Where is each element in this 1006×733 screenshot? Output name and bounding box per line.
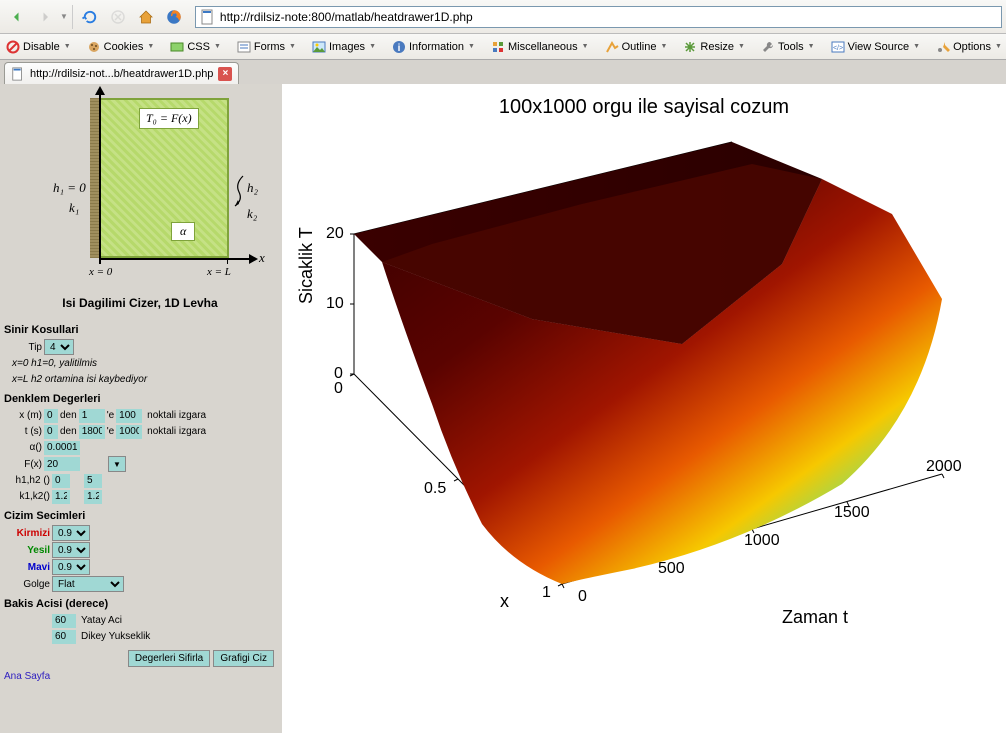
options-icon xyxy=(936,40,950,54)
blue-select[interactable]: 0.9 xyxy=(52,559,90,575)
t-n[interactable] xyxy=(116,425,142,439)
t-tick: 500 xyxy=(658,560,685,578)
t-tick: 1000 xyxy=(744,532,780,550)
x-to[interactable] xyxy=(79,409,105,423)
k1-input[interactable] xyxy=(52,490,70,504)
schematic-diagram: T₀ = F(x) α h₁ = 0 k₁ h₂ k₂ x x = 0 x = … xyxy=(47,94,233,286)
left-panel: T₀ = F(x) α h₁ = 0 k₁ h₂ k₂ x x = 0 x = … xyxy=(0,84,282,733)
x-n[interactable] xyxy=(116,409,142,423)
dev-misc[interactable]: Miscellaneous▼ xyxy=(491,40,589,54)
svg-text:</>: </> xyxy=(833,45,843,52)
svg-text:i: i xyxy=(398,43,401,54)
home-link[interactable]: Ana Sayfa xyxy=(4,671,278,682)
green-select[interactable]: 0.9 xyxy=(52,542,90,558)
url-input[interactable] xyxy=(220,10,997,24)
dev-tools[interactable]: Tools▼ xyxy=(761,40,815,54)
surface-plot xyxy=(282,84,1006,704)
panel-title: Isi Dagilimi Cizer, 1D Levha xyxy=(2,296,278,310)
t-tick: 0 xyxy=(578,588,587,606)
section-view: Bakis Acisi (derece) xyxy=(4,598,278,610)
z-tick: 10 xyxy=(326,295,344,313)
outline-icon xyxy=(605,40,619,54)
t-from[interactable] xyxy=(44,425,58,439)
info-icon: i xyxy=(392,40,406,54)
disable-icon xyxy=(6,40,20,54)
t-to[interactable] xyxy=(79,425,105,439)
dev-outline[interactable]: Outline▼ xyxy=(605,40,668,54)
firefox-icon xyxy=(161,4,187,30)
dikey-input[interactable] xyxy=(52,630,76,644)
red-select[interactable]: 0.9 xyxy=(52,525,90,541)
tools-icon xyxy=(761,40,775,54)
h2-input[interactable] xyxy=(84,474,102,488)
dev-css[interactable]: CSS▼ xyxy=(170,40,221,54)
section-plot: Cizim Secimleri xyxy=(4,510,278,522)
reset-button[interactable]: Degerleri Sifirla xyxy=(128,650,210,667)
images-icon xyxy=(312,40,326,54)
source-icon: </> xyxy=(831,40,845,54)
fx-dropdown[interactable]: ▼ xyxy=(108,456,126,472)
x-from[interactable] xyxy=(44,409,58,423)
section-boundary: Sinir Kosullari xyxy=(4,324,278,336)
dev-disable[interactable]: Disable▼ xyxy=(6,40,71,54)
reload-button[interactable] xyxy=(77,4,103,30)
tab-title: http://rdilsiz-not...b/heatdrawer1D.php xyxy=(30,68,213,80)
t-tick: 1500 xyxy=(834,504,870,522)
dev-info[interactable]: iInformation▼ xyxy=(392,40,475,54)
shade-select[interactable]: Flat xyxy=(52,576,124,592)
z-axis-label: Sicaklik T xyxy=(296,227,317,304)
yatay-input[interactable] xyxy=(52,614,76,628)
tip-select[interactable]: 4 xyxy=(44,339,74,355)
alpha-input[interactable] xyxy=(44,441,80,455)
tab-close-button[interactable]: × xyxy=(218,67,232,81)
x-tick: 0.5 xyxy=(424,480,446,498)
dev-images[interactable]: Images▼ xyxy=(312,40,376,54)
t-axis-label: Zaman t xyxy=(782,607,848,628)
tab-page-icon xyxy=(11,67,25,81)
x-tick: 1 xyxy=(542,584,551,602)
dev-resize[interactable]: Resize▼ xyxy=(683,40,745,54)
x-axis-label: x xyxy=(500,591,509,612)
css-icon xyxy=(170,40,184,54)
url-bar[interactable] xyxy=(195,6,1002,28)
home-button[interactable] xyxy=(133,4,159,30)
draw-button[interactable]: Grafigi Ciz xyxy=(213,650,274,667)
x-tick: 0 xyxy=(334,380,343,398)
browser-tab[interactable]: http://rdilsiz-not...b/heatdrawer1D.php … xyxy=(4,62,239,84)
forms-icon xyxy=(237,40,251,54)
resize-icon xyxy=(683,40,697,54)
page-icon xyxy=(200,9,216,25)
h1-input[interactable] xyxy=(52,474,70,488)
k2-input[interactable] xyxy=(84,490,102,504)
stop-button[interactable] xyxy=(105,4,131,30)
dev-forms[interactable]: Forms▼ xyxy=(237,40,296,54)
z-tick: 20 xyxy=(326,225,344,243)
plot-area: 100x1000 orgu ile sayisal cozum xyxy=(282,84,1006,733)
dev-options[interactable]: Options▼ xyxy=(936,40,1002,54)
section-equation: Denklem Degerleri xyxy=(4,393,278,405)
back-button[interactable] xyxy=(4,4,30,30)
forward-button[interactable] xyxy=(32,4,58,30)
dev-cookies[interactable]: Cookies▼ xyxy=(87,40,155,54)
t-tick: 2000 xyxy=(926,458,962,476)
misc-icon xyxy=(491,40,505,54)
cookie-icon xyxy=(87,40,101,54)
dev-viewsource[interactable]: </>View Source▼ xyxy=(831,40,921,54)
fx-input[interactable] xyxy=(44,457,80,471)
